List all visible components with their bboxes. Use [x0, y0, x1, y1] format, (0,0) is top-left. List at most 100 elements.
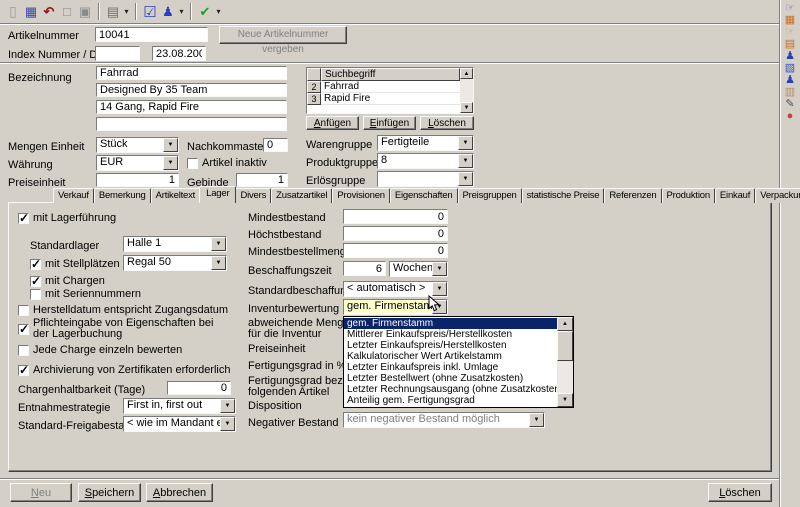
tab[interactable]: statistische Preise [522, 188, 605, 203]
scrollbar-track[interactable] [557, 361, 573, 393]
suchbegriff-scrollbar[interactable] [460, 68, 473, 113]
pointing-hand-icon[interactable]: ☞ [782, 27, 798, 38]
print-icon[interactable] [104, 3, 122, 21]
chargenhaltbarkeit-input[interactable] [167, 381, 231, 395]
mindestbestellmenge-input[interactable] [343, 243, 448, 258]
pen-icon[interactable]: ✎ [782, 99, 798, 110]
tab[interactable]: Preisgruppen [458, 188, 522, 203]
dropdown-option[interactable]: Letzter Einkaufspreis inkl. Umlage [344, 362, 557, 373]
negativer-bestand-select[interactable]: kein negativer Bestand möglich [343, 412, 545, 428]
tab[interactable]: Artikeltext [151, 188, 201, 203]
chevron-down-icon[interactable] [211, 256, 226, 270]
person-icon[interactable]: ♟ [782, 51, 798, 62]
tab[interactable]: Verpackungsvorschriften [755, 188, 800, 203]
neue-artikelnummer-button[interactable]: Neue Artikelnummer vergeben [219, 26, 347, 44]
abbrechen-button[interactable]: Abbrechen [146, 483, 213, 502]
tab[interactable]: Provisionen [332, 188, 389, 203]
dropdown-scrollbar[interactable] [557, 317, 573, 407]
dropdown-option[interactable]: gem. Firmenstamm [344, 318, 557, 329]
mit-stellplaetzen-checkbox[interactable]: mit Stellplätzen [30, 258, 120, 270]
artikelnummer-input[interactable] [95, 27, 208, 42]
chevron-down-icon[interactable] [458, 172, 473, 186]
pflichteingabe-checkbox[interactable]: Pflichteingabe von Eigenschaften bei der… [18, 318, 219, 340]
checkbox-indicator[interactable] [18, 305, 29, 316]
dropdown-option[interactable]: Mittlerer Einkaufspreis/Herstellkosten [344, 329, 557, 340]
checkbox-indicator[interactable] [30, 289, 41, 300]
gebinde-input[interactable] [236, 173, 288, 187]
entnahmestrategie-select[interactable]: First in, first out [123, 398, 236, 414]
scroll-down-icon[interactable] [557, 393, 573, 407]
preiseinheit-input[interactable] [96, 173, 179, 187]
produktgruppe-select[interactable]: 8 [377, 153, 474, 169]
mit-seriennummern-checkbox[interactable]: mit Seriennummern [30, 288, 141, 300]
dropdown-option[interactable]: Letzter Bestellwert (ohne Zusatzkosten) [344, 373, 557, 384]
tab[interactable]: Lager [199, 186, 236, 203]
catalog-icon[interactable]: ▤ [782, 39, 798, 50]
chevron-down-icon[interactable] [220, 417, 235, 431]
tab[interactable]: Zusatzartikel [271, 188, 332, 203]
undo-icon[interactable] [40, 3, 58, 21]
mengen-einheit-select[interactable]: Stück [96, 137, 179, 153]
mit-chargen-checkbox[interactable]: mit Chargen [30, 275, 105, 287]
new-document-icon[interactable] [4, 3, 22, 21]
checkbox-indicator[interactable] [18, 345, 29, 356]
dropdown-option[interactable]: Letzter Rechnungsausgang (ohne Zusatzkos… [344, 384, 557, 395]
chevron-down-icon[interactable] [458, 154, 473, 168]
freigabestatus-select[interactable]: < wie im Mandant einges [123, 416, 236, 432]
speichern-button[interactable]: Speichern [78, 483, 141, 502]
user-dropdown-caret-icon[interactable] [177, 3, 186, 21]
neu-button[interactable]: Neu [10, 483, 72, 502]
loeschen-button[interactable]: Löschen [708, 483, 772, 502]
checkbox-indicator[interactable] [18, 365, 29, 376]
copy-icon[interactable] [76, 3, 94, 21]
confirm-icon[interactable] [196, 3, 214, 21]
task-check-icon[interactable] [141, 3, 159, 21]
chevron-down-icon[interactable] [211, 237, 226, 251]
bezeichnung-input[interactable] [96, 83, 287, 97]
chevron-down-icon[interactable] [220, 399, 235, 413]
bezeichnung-input[interactable] [96, 117, 287, 131]
herstelldatum-checkbox[interactable]: Herstelldatum entspricht Zugangsdatum [18, 304, 228, 316]
user-icon[interactable] [159, 3, 177, 21]
checkbox-indicator[interactable] [187, 158, 198, 169]
mit-lagerfuehrung-checkbox[interactable]: mit Lagerführung [18, 212, 116, 224]
stellplatz-select[interactable]: Regal 50 [123, 255, 227, 271]
chevron-down-icon[interactable] [529, 413, 544, 427]
standardlager-select[interactable]: Halle 1 [123, 236, 227, 252]
dropdown-option[interactable]: Anteilig gem. Fertigungsgrad [344, 395, 557, 406]
einfuegen-button[interactable]: Einfügen [363, 116, 416, 130]
loeschen-suchbegriff-button[interactable]: Löschen [420, 116, 474, 130]
save-icon[interactable] [22, 3, 40, 21]
tab[interactable]: Produktion [662, 188, 715, 203]
scroll-up-icon[interactable] [460, 68, 473, 79]
dropdown-option[interactable]: Kalkulatorischer Wert Artikelstamm [344, 351, 557, 362]
beschaffungszeit-input[interactable] [343, 261, 386, 276]
scroll-down-icon[interactable] [460, 102, 473, 113]
crate-icon[interactable]: ▦ [782, 15, 798, 26]
globe-icon[interactable]: ● [782, 111, 798, 122]
beschaffungszeit-unit-select[interactable]: Wochen [389, 261, 448, 277]
erloesgruppe-select[interactable] [377, 171, 474, 187]
checkbox-indicator[interactable] [30, 259, 41, 270]
person-note-icon[interactable]: ♟ [782, 75, 798, 86]
tab[interactable]: Verkauf [53, 188, 94, 203]
jede-charge-checkbox[interactable]: Jede Charge einzeln bewerten [18, 344, 182, 356]
checkbox-indicator[interactable] [30, 276, 41, 287]
chevron-down-icon[interactable] [163, 138, 178, 152]
waehrung-select[interactable]: EUR [96, 155, 179, 171]
tab[interactable]: Divers [235, 188, 271, 203]
checkbox-indicator[interactable] [18, 213, 29, 224]
tab[interactable]: Eigenschaften [390, 188, 458, 203]
archivierung-checkbox[interactable]: Archivierung von Zertifikaten erforderli… [18, 364, 230, 376]
chevron-down-icon[interactable] [432, 262, 447, 276]
stamp-icon[interactable]: ▧ [782, 63, 798, 74]
warengruppe-select[interactable]: Fertigteile [377, 135, 474, 151]
print-dropdown-caret-icon[interactable] [122, 3, 131, 21]
mindestbestand-input[interactable] [343, 209, 448, 224]
index-nummer-input[interactable] [95, 46, 140, 61]
hoechstbestand-input[interactable] [343, 226, 448, 241]
artikel-inaktiv-checkbox[interactable]: Artikel inaktiv [187, 157, 267, 169]
bezeichnung-input[interactable] [96, 66, 287, 80]
anfuegen-button[interactable]: Anfügen [306, 116, 359, 130]
scrollbar-thumb[interactable] [557, 331, 573, 361]
